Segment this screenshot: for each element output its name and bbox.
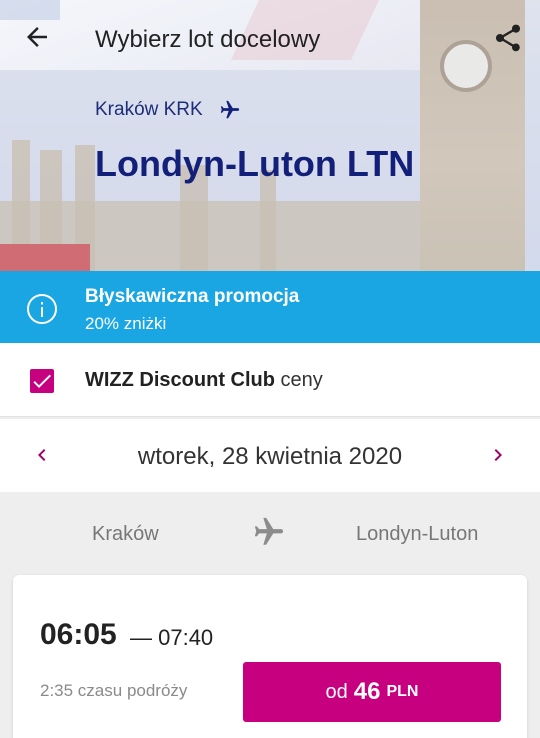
plane-icon	[254, 517, 284, 545]
promo-title: Błyskawiczna promocja	[85, 286, 300, 307]
promo-banner[interactable]: Błyskawiczna promocja 20% zniżki	[0, 271, 540, 343]
price-value: 46	[353, 678, 381, 705]
arrow-left-icon[interactable]	[22, 22, 52, 52]
departure-time: 06:05	[40, 618, 117, 651]
top-app-bar: Wybierz lot docelowy	[0, 0, 540, 78]
route-summary: Kraków Londyn-Luton	[0, 493, 540, 573]
price-button[interactable]: od 46 PLN	[243, 662, 501, 722]
flight-duration: 2:35 czasu podróży	[40, 681, 188, 700]
price-currency: PLN	[386, 683, 419, 700]
discount-label: WIZZ Discount Club ceny	[85, 369, 323, 392]
hero-banner: Wybierz lot docelowy Kraków KRK Londyn-L…	[0, 0, 540, 271]
plane-icon	[220, 100, 239, 119]
share-icon[interactable]	[492, 22, 524, 54]
info-icon	[27, 294, 57, 324]
destination-airport: Londyn-Luton LTN	[95, 143, 415, 184]
promo-subtitle: 20% zniżki	[85, 314, 167, 333]
origin-label: Kraków KRK	[95, 99, 243, 121]
selected-date: wtorek, 28 kwietnia 2020	[137, 443, 403, 470]
page-title: Wybierz lot docelowy	[95, 26, 321, 53]
route-to: Londyn-Luton	[356, 523, 479, 545]
discount-brand: WIZZ Discount Club	[85, 369, 275, 391]
checkmark-icon	[33, 374, 51, 388]
price-prefix: od	[325, 680, 348, 703]
arrival-time: — 07:40	[130, 625, 214, 650]
discount-checkbox[interactable]	[30, 369, 54, 393]
chevron-right-icon[interactable]	[486, 443, 510, 467]
date-selector: wtorek, 28 kwietnia 2020	[0, 419, 540, 492]
discount-club-row[interactable]: WIZZ Discount Club ceny	[0, 343, 540, 417]
origin-airport: Kraków KRK	[95, 99, 203, 120]
discount-suffix: ceny	[280, 369, 323, 391]
route-from: Kraków	[92, 523, 159, 545]
flight-card[interactable]: 06:05 — 07:40 2:35 czasu podróży od 46 P…	[13, 575, 527, 738]
